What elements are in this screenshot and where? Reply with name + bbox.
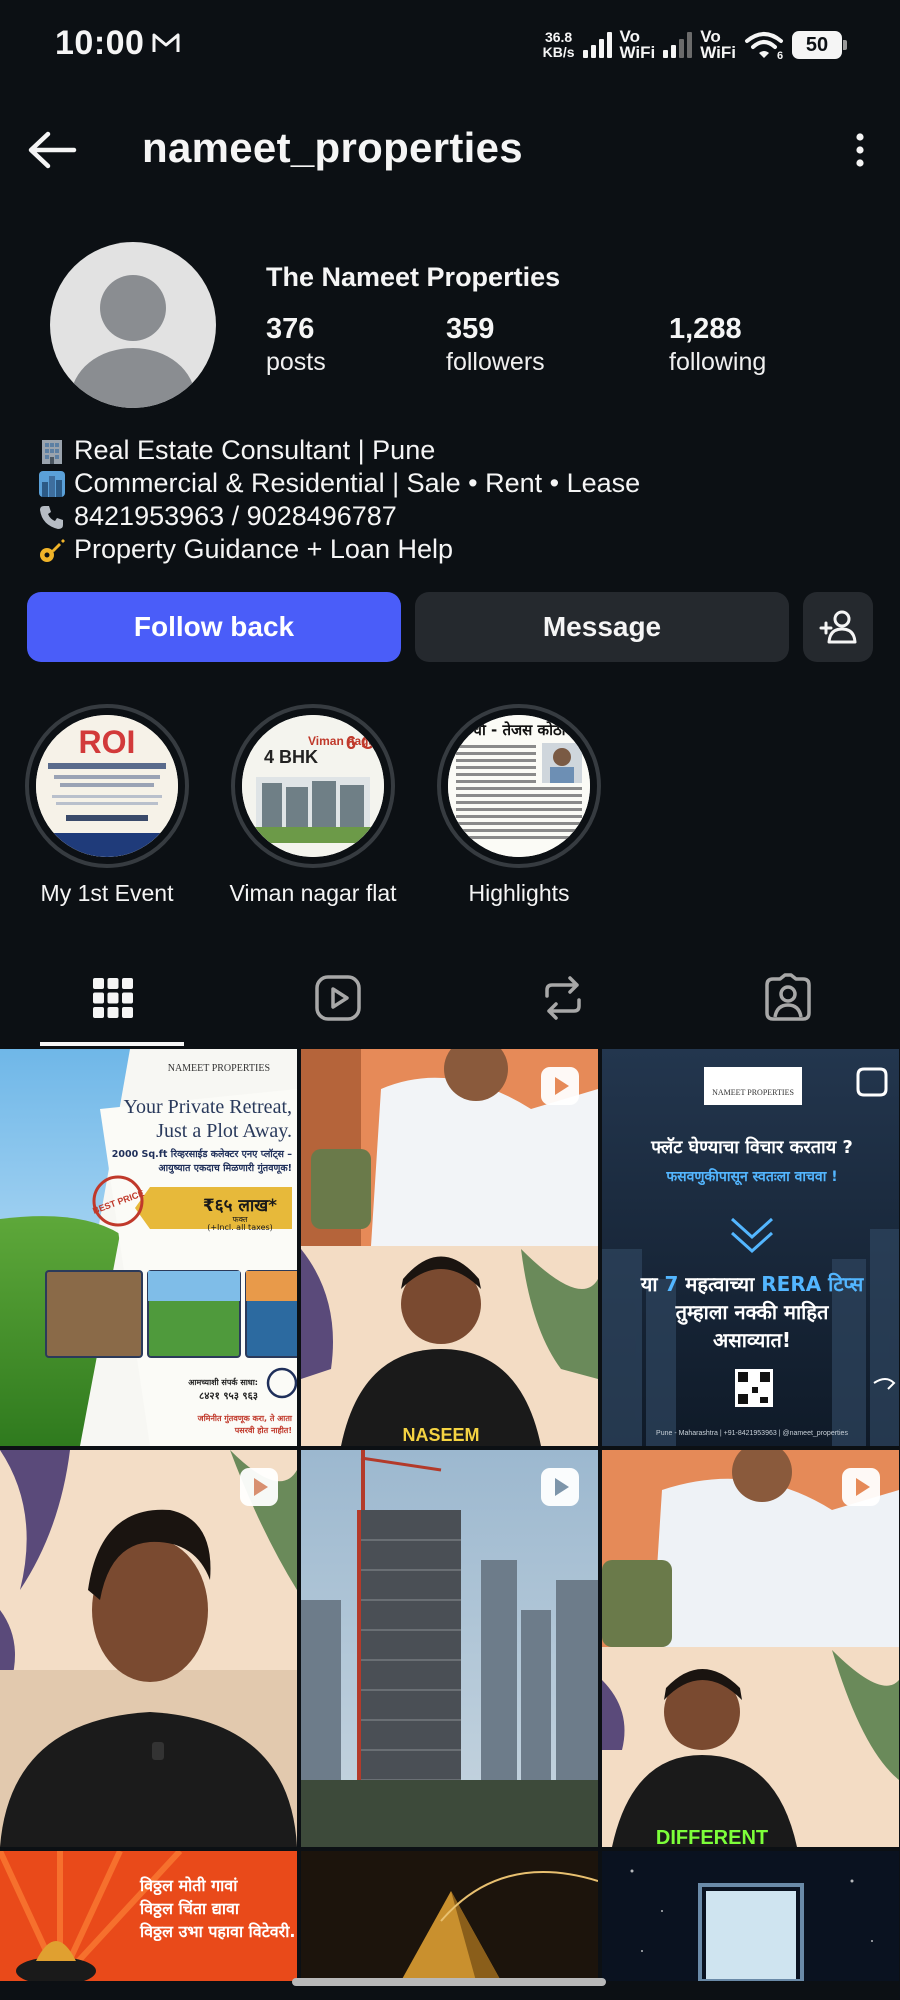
message-button[interactable]: Message bbox=[415, 592, 789, 662]
svg-text:फ्लॅट घेण्याचा विचार करताय ?: फ्लॅट घेण्याचा विचार करताय ? bbox=[650, 1136, 853, 1158]
grid-post[interactable] bbox=[0, 1450, 297, 1847]
grid-post[interactable]: विठ्ठल मोती गावां विठ्ठल चिंता द्यावा वि… bbox=[0, 1851, 297, 1981]
svg-text:(+Incl. all taxes): (+Incl. all taxes) bbox=[207, 1223, 273, 1232]
stat-followers[interactable]: 359 followers bbox=[446, 312, 669, 378]
grid-post[interactable] bbox=[602, 1851, 899, 1981]
svg-text:८४२१ ९५३ ९६३: ८४२१ ९५३ ९६३ bbox=[199, 1391, 258, 1402]
svg-text:आयुष्यात एकदाच मिळणारी गुंतवणू: आयुष्यात एकदाच मिळणारी गुंतवणूक! bbox=[158, 1162, 292, 1174]
home-indicator[interactable] bbox=[292, 1978, 606, 1986]
status-icons: 36.8 KB/s Vo WiFi Vo WiFi 6 50 bbox=[542, 26, 847, 64]
follow-back-button[interactable]: Follow back bbox=[27, 592, 401, 662]
svg-text:या 7 महत्वाच्या RERA टिप्स: या 7 महत्वाच्या RERA टिप्स bbox=[640, 1272, 865, 1296]
svg-text:विठ्ठल मोती गावां: विठ्ठल मोती गावां bbox=[139, 1876, 238, 1896]
grid-icon bbox=[92, 977, 133, 1018]
svg-text:र्चा - तेजस कोठा: र्चा - तेजस कोठा bbox=[471, 721, 566, 739]
status-time: 10:00 bbox=[55, 24, 145, 62]
svg-text:Your Private Retreat,: Your Private Retreat, bbox=[124, 1096, 293, 1118]
svg-text:जमिनीत गुंतवणूक करा, ते आता: जमिनीत गुंतवणूक करा, ते आता bbox=[197, 1413, 293, 1424]
tab-tagged[interactable] bbox=[675, 950, 900, 1045]
grid-post[interactable] bbox=[301, 1851, 598, 1981]
profile-username: nameet_properties bbox=[142, 124, 523, 171]
default-avatar-icon bbox=[71, 275, 195, 408]
add-person-icon bbox=[819, 610, 857, 644]
svg-text:Just a Plot Away.: Just a Plot Away. bbox=[156, 1120, 292, 1142]
profile-stats: 376 posts 359 followers 1,288 following bbox=[266, 312, 766, 378]
phone-icon bbox=[34, 502, 70, 532]
profile-avatar[interactable] bbox=[50, 242, 216, 408]
battery-indicator: 50 bbox=[792, 31, 847, 59]
gmail-notification-icon bbox=[152, 33, 180, 52]
tab-reposts[interactable] bbox=[450, 950, 675, 1045]
status-bar: 10:00 36.8 KB/s Vo WiFi Vo WiFi 6 50 bbox=[0, 0, 900, 90]
grid-post[interactable]: NAMEET PROPERTIES फ्लॅट घेण्याचा विचार क… bbox=[602, 1049, 899, 1446]
svg-text:विठ्ठल चिंता द्यावा: विठ्ठल चिंता द्यावा bbox=[139, 1899, 240, 1919]
more-options-icon[interactable] bbox=[848, 126, 872, 174]
vowifi-2-badge: Vo WiFi bbox=[700, 27, 736, 62]
profile-header: nameet_properties bbox=[0, 110, 900, 190]
bio-line: Commercial & Residential | Sale • Rent •… bbox=[34, 467, 874, 500]
back-arrow-icon[interactable] bbox=[26, 130, 78, 170]
svg-text:6: 6 bbox=[777, 50, 783, 60]
profile-display-name: The Nameet Properties bbox=[266, 262, 561, 292]
wifi-icon: 6 bbox=[745, 32, 783, 60]
svg-text:₹६५ लाख*: ₹६५ लाख* bbox=[203, 1196, 277, 1216]
reels-icon bbox=[314, 974, 361, 1021]
svg-text:NASEEM: NASEEM bbox=[402, 1425, 479, 1445]
cityscape-icon bbox=[34, 469, 70, 499]
bio-line: Property Guidance + Loan Help bbox=[34, 533, 874, 566]
tab-reels[interactable] bbox=[225, 950, 450, 1045]
svg-text:6 Cr.: 6 Cr. bbox=[346, 733, 384, 753]
svg-text:NAMEET PROPERTIES: NAMEET PROPERTIES bbox=[168, 1063, 270, 1074]
grid-post[interactable] bbox=[301, 1450, 598, 1847]
vowifi-1-badge: Vo WiFi bbox=[619, 27, 656, 62]
stat-following[interactable]: 1,288 following bbox=[669, 312, 766, 378]
svg-text:ROI: ROI bbox=[79, 724, 136, 760]
highlight-highlights[interactable]: र्चा - तेजस कोठा Highlights bbox=[434, 704, 604, 907]
bio-line: 8421953963 / 9028496787 bbox=[34, 500, 874, 533]
svg-text:Pune - Maharashtra | +91-84219: Pune - Maharashtra | +91-8421953963 | @n… bbox=[656, 1430, 848, 1437]
highlight-my-1st-event[interactable]: ROI My 1st Event bbox=[22, 704, 192, 907]
svg-text:पसरवी होत नाहीत!: पसरवी होत नाहीत! bbox=[234, 1425, 292, 1435]
svg-text:असाव्यात!: असाव्यात! bbox=[713, 1328, 791, 1352]
grid-post[interactable]: NASEEM bbox=[301, 1049, 598, 1446]
key-icon bbox=[34, 535, 70, 565]
highlight-viman-nagar-flat[interactable]: 4 BHK Viman nagar 6 Cr. Viman nagar flat bbox=[228, 704, 398, 907]
tab-grid[interactable] bbox=[0, 950, 225, 1045]
bio-line: Real Estate Consultant | Pune bbox=[34, 434, 874, 467]
office-building-icon bbox=[34, 436, 70, 466]
svg-text:आमच्याशी संपर्क साधा:: आमच्याशी संपर्क साधा: bbox=[188, 1377, 258, 1387]
signal-sim2-icon bbox=[663, 32, 693, 58]
highlight-cover: ROI bbox=[36, 715, 178, 857]
svg-text:DIFFERENT: DIFFERENT bbox=[656, 1827, 768, 1847]
grid-post[interactable]: NAMEET PROPERTIES Your Private Retreat, … bbox=[0, 1049, 297, 1446]
profile-bio: Real Estate Consultant | Pune Commercial… bbox=[34, 434, 874, 566]
repost-icon bbox=[544, 975, 581, 1020]
grid-post[interactable]: DIFFERENT bbox=[602, 1450, 899, 1847]
profile-tabs bbox=[0, 950, 900, 1046]
suggested-people-button[interactable] bbox=[803, 592, 873, 662]
active-tab-indicator bbox=[40, 1042, 184, 1046]
svg-text:2000 Sq.ft रिव्हरसाईड कलेक्टर: 2000 Sq.ft रिव्हरसाईड कलेक्टर एनए प्लॉट्… bbox=[112, 1148, 292, 1160]
svg-text:4 BHK: 4 BHK bbox=[264, 747, 318, 767]
svg-text:तुम्हाला नक्की माहित: तुम्हाला नक्की माहित bbox=[675, 1300, 830, 1325]
svg-text:विठ्ठल उभा पहावा विटेवरी...: विठ्ठल उभा पहावा विटेवरी... bbox=[139, 1922, 297, 1942]
svg-text:फसवणुकीपासून स्वतःला वाचवा !: फसवणुकीपासून स्वतःला वाचवा ! bbox=[665, 1168, 837, 1186]
tagged-icon bbox=[764, 972, 811, 1021]
highlight-cover: 4 BHK Viman nagar 6 Cr. bbox=[242, 715, 384, 857]
stat-posts[interactable]: 376 posts bbox=[266, 312, 446, 378]
svg-text:NAMEET PROPERTIES: NAMEET PROPERTIES bbox=[712, 1088, 794, 1097]
phone-numbers-link[interactable]: 8421953963 / 9028496787 bbox=[74, 501, 397, 532]
highlight-cover: र्चा - तेजस कोठा bbox=[448, 715, 590, 857]
signal-sim1-icon bbox=[582, 32, 612, 58]
network-speed: 36.8 KB/s bbox=[542, 29, 575, 60]
